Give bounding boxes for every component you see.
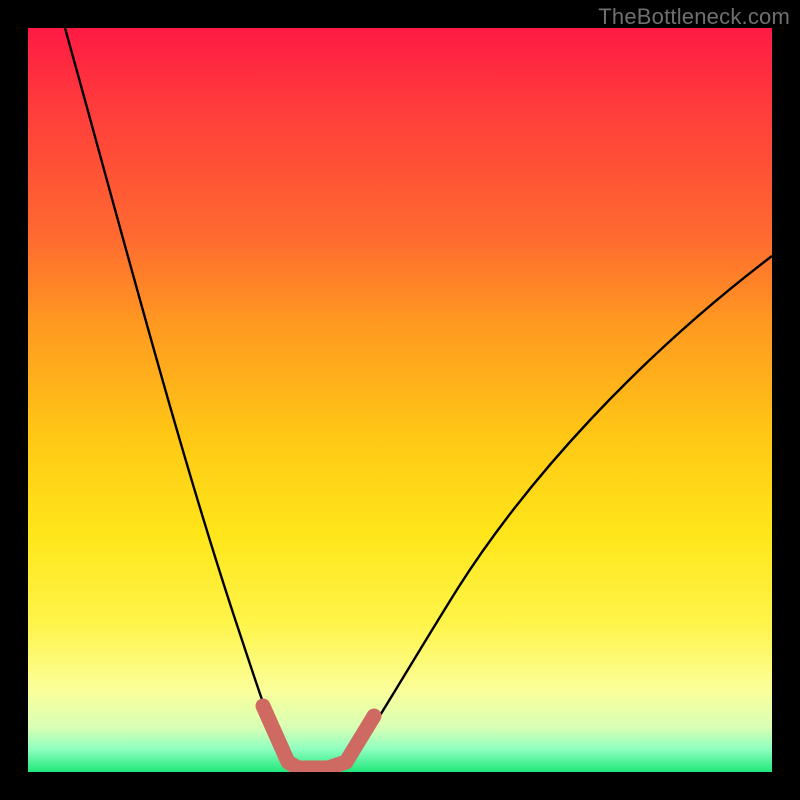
chart-frame: TheBottleneck.com [0,0,800,800]
curve-layer [28,28,772,772]
plot-area [28,28,772,772]
bottleneck-curve [65,28,772,770]
watermark-text: TheBottleneck.com [598,4,790,30]
optimal-range-marker [263,706,374,768]
